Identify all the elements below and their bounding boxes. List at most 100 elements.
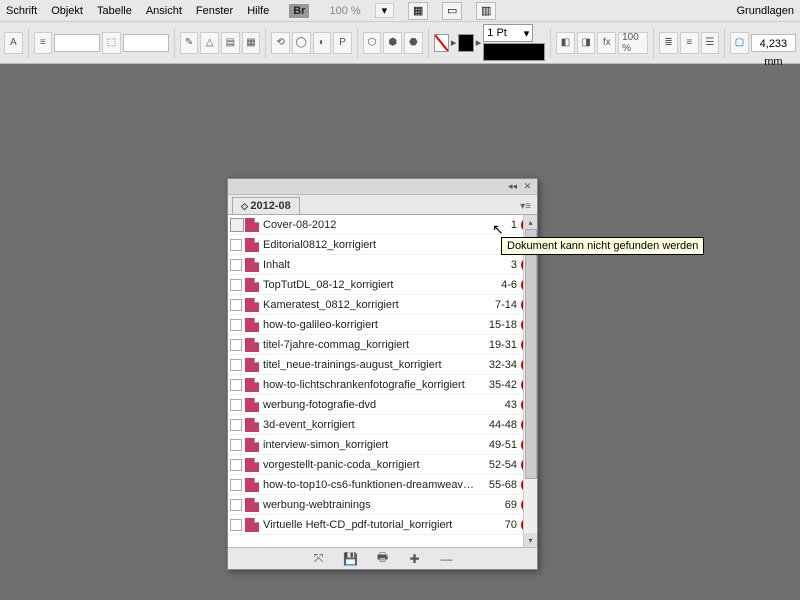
- list-item[interactable]: how-to-galileo-korrigiert15-18?: [228, 315, 537, 335]
- bridge-icon[interactable]: Br: [289, 4, 309, 18]
- crop-icon[interactable]: ▢: [730, 32, 749, 54]
- paragraph-icon[interactable]: P: [333, 32, 352, 54]
- list-item[interactable]: werbung-webtrainings69?: [228, 495, 537, 515]
- checkbox[interactable]: [230, 379, 242, 391]
- y-field[interactable]: [123, 34, 169, 52]
- indesign-doc-icon: [245, 398, 259, 412]
- list-item[interactable]: werbung-fotografie-dvd43?: [228, 395, 537, 415]
- x-field[interactable]: [54, 34, 100, 52]
- checkbox[interactable]: [230, 479, 242, 491]
- collapse-icon[interactable]: ◂◂: [507, 181, 518, 192]
- opacity-field[interactable]: 100 %: [618, 32, 648, 54]
- checkbox[interactable]: [230, 239, 242, 251]
- arrange-icon[interactable]: ▥: [476, 2, 496, 20]
- fill-swatch-icon[interactable]: [458, 34, 473, 52]
- text-wrap2-icon[interactable]: ≡: [680, 32, 699, 54]
- list-item[interactable]: titel_neue-trainings-august_korrigiert32…: [228, 355, 537, 375]
- tooltip: Dokument kann nicht gefunden werden: [501, 237, 704, 255]
- list-item[interactable]: Virtuelle Heft-CD_pdf-tutorial_korrigier…: [228, 515, 537, 535]
- checkbox[interactable]: [230, 339, 242, 351]
- measurement-field[interactable]: 4,233 mm: [751, 34, 796, 52]
- effects-icon[interactable]: ◧: [556, 32, 575, 54]
- print-icon[interactable]: 🖶: [376, 552, 390, 566]
- list-item[interactable]: how-to-top10-cs6-funktionen-dreamweave..…: [228, 475, 537, 495]
- list-item[interactable]: Cover-08-2012 1 ?: [228, 215, 537, 235]
- workspace-switcher[interactable]: Grundlagen: [737, 5, 795, 17]
- list-item[interactable]: how-to-lichtschrankenfotografie_korrigie…: [228, 375, 537, 395]
- indesign-doc-icon: [245, 298, 259, 312]
- list-item[interactable]: Editorial0812_korrigiert2?: [228, 235, 537, 255]
- view-options-icon[interactable]: ▦: [408, 2, 428, 20]
- character-icon[interactable]: A: [4, 32, 23, 54]
- remove-icon[interactable]: —: [440, 552, 454, 566]
- dropshadow-icon[interactable]: ◨: [577, 32, 596, 54]
- checkbox[interactable]: [230, 259, 242, 271]
- sync-icon[interactable]: ⤧: [312, 552, 326, 566]
- panel-header[interactable]: ◂◂ ✕: [228, 179, 537, 195]
- stroke-style-field[interactable]: [483, 43, 545, 61]
- shear-icon[interactable]: ◐: [313, 32, 332, 54]
- list-item[interactable]: Inhalt3?: [228, 255, 537, 275]
- indesign-doc-icon: [245, 478, 259, 492]
- pathfinder3-icon[interactable]: ⬣: [404, 32, 423, 54]
- checkbox[interactable]: [230, 499, 242, 511]
- stroke-weight-field[interactable]: 1 Pt▾: [483, 24, 533, 42]
- save-icon[interactable]: 💾: [344, 552, 358, 566]
- checkbox[interactable]: [230, 359, 242, 371]
- document-list: Cover-08-2012 1 ? Editorial0812_korrigie…: [228, 215, 537, 547]
- checkbox[interactable]: [230, 519, 242, 531]
- control-toolbar: A ≡ ⬚ ✎ △ ▤ ▦ ⟲ ◯ ◐ P ⬡ ⬢ ⬣ ▸ ▸ 1 Pt▾ ◧ …: [0, 22, 800, 64]
- scroll-thumb[interactable]: [525, 229, 537, 479]
- menu-schrift[interactable]: Schrift: [6, 5, 37, 17]
- rotate-icon[interactable]: ⟲: [271, 32, 290, 54]
- text-wrap-icon[interactable]: ≣: [659, 32, 678, 54]
- add-icon[interactable]: ✚: [408, 552, 422, 566]
- menu-objekt[interactable]: Objekt: [51, 5, 83, 17]
- scale-icon[interactable]: ◯: [292, 32, 311, 54]
- menu-hilfe[interactable]: Hilfe: [247, 5, 269, 17]
- text-wrap3-icon[interactable]: ☰: [701, 32, 720, 54]
- swatches-icon[interactable]: ▦: [242, 32, 261, 54]
- indesign-doc-icon: [245, 258, 259, 272]
- menu-fenster[interactable]: Fenster: [196, 5, 233, 17]
- fx-icon[interactable]: fx: [597, 32, 616, 54]
- screen-mode-icon[interactable]: ▭: [442, 2, 462, 20]
- scroll-down-icon[interactable]: ▾: [524, 533, 537, 547]
- dropdown-arrow-icon[interactable]: ▸: [476, 36, 482, 49]
- style-source-icon[interactable]: [230, 218, 244, 232]
- checkbox[interactable]: [230, 439, 242, 451]
- checkbox[interactable]: [230, 419, 242, 431]
- checkbox[interactable]: [230, 319, 242, 331]
- dropdown-arrow-icon[interactable]: ▸: [451, 36, 457, 49]
- list-item[interactable]: Kameratest_0812_korrigiert7-14?: [228, 295, 537, 315]
- list-item[interactable]: interview-simon_korrigiert49-51?: [228, 435, 537, 455]
- list-item[interactable]: titel-7jahre-commag_korrigiert19-31?: [228, 335, 537, 355]
- menu-ansicht[interactable]: Ansicht: [146, 5, 182, 17]
- menu-tabelle[interactable]: Tabelle: [97, 5, 132, 17]
- zoom-dropdown-icon[interactable]: ▾: [375, 3, 395, 18]
- panel-menu-icon[interactable]: ▾≡: [518, 199, 533, 214]
- checkbox[interactable]: [230, 299, 242, 311]
- measure-icon[interactable]: △: [200, 32, 219, 54]
- checkbox[interactable]: [230, 399, 242, 411]
- list-item[interactable]: vorgestellt-panic-coda_korrigiert52-54?: [228, 455, 537, 475]
- checkbox[interactable]: [230, 279, 242, 291]
- book-panel: ◂◂ ✕ ◇ 2012-08 ▾≡ Cover-08-2012 1 ? Edit…: [227, 178, 538, 570]
- list-item[interactable]: TopTutDL_08-12_korrigiert4-6?: [228, 275, 537, 295]
- indesign-doc-icon: [245, 358, 259, 372]
- pathfinder2-icon[interactable]: ⬢: [383, 32, 402, 54]
- indesign-doc-icon: [245, 238, 259, 252]
- tab-book[interactable]: ◇ 2012-08: [232, 197, 300, 214]
- checkbox[interactable]: [230, 459, 242, 471]
- scrollbar[interactable]: ▴ ▾: [523, 215, 537, 547]
- close-icon[interactable]: ✕: [522, 181, 533, 192]
- list-item[interactable]: 3d-event_korrigiert44-48?: [228, 415, 537, 435]
- align-icon[interactable]: ≡: [34, 32, 53, 54]
- eyedropper-icon[interactable]: ✎: [180, 32, 199, 54]
- scroll-up-icon[interactable]: ▴: [524, 215, 537, 229]
- gradient-icon[interactable]: ▤: [221, 32, 240, 54]
- constrain-icon[interactable]: ⬚: [102, 32, 121, 54]
- pathfinder-icon[interactable]: ⬡: [363, 32, 382, 54]
- no-fill-icon[interactable]: [434, 34, 449, 52]
- zoom-level[interactable]: 100 %: [329, 5, 360, 17]
